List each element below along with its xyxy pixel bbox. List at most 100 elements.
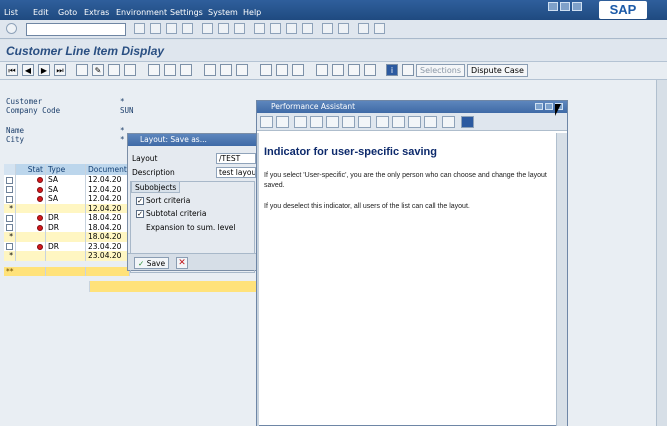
next-page-icon[interactable] xyxy=(286,23,297,34)
sort-criteria-checkbox[interactable]: ✓ Sort criteria xyxy=(136,196,190,205)
find-next-icon[interactable] xyxy=(234,23,245,34)
layout-field[interactable]: /TEST xyxy=(216,153,256,164)
display-icon[interactable] xyxy=(76,64,88,76)
info-icon[interactable] xyxy=(392,116,405,128)
print-icon[interactable] xyxy=(202,23,213,34)
total-icon[interactable] xyxy=(220,64,232,76)
command-field[interactable] xyxy=(26,23,126,36)
menu-goto[interactable]: Goto xyxy=(58,8,77,17)
back-icon[interactable] xyxy=(150,23,161,34)
vertical-scrollbar[interactable] xyxy=(656,80,667,426)
choose-layout-icon[interactable] xyxy=(276,64,288,76)
customize-layout-icon[interactable] xyxy=(374,23,385,34)
row-selector[interactable] xyxy=(4,222,16,232)
status-cell xyxy=(15,184,46,194)
technical-info-icon[interactable] xyxy=(310,116,323,128)
information-icon[interactable] xyxy=(364,64,376,76)
maximize-icon[interactable] xyxy=(545,103,553,110)
select-all-icon[interactable] xyxy=(108,64,120,76)
layout-icon[interactable] xyxy=(260,64,272,76)
help-icon[interactable] xyxy=(358,23,369,34)
minimize-icon[interactable] xyxy=(535,103,543,110)
subtotal-criteria-checkbox[interactable]: ✓ Subtotal criteria xyxy=(136,209,206,218)
table-row[interactable]: SA 12.04.20 xyxy=(4,175,130,185)
table-row[interactable]: SA 12.04.20 xyxy=(4,194,130,204)
cancel-button[interactable]: ✕ xyxy=(176,257,188,269)
find-icon[interactable] xyxy=(218,23,229,34)
table-row[interactable]: DR 18.04.20 xyxy=(4,222,130,232)
next-item-icon[interactable]: ▶ xyxy=(38,64,50,76)
shortcut-icon[interactable] xyxy=(338,23,349,34)
edit-icon[interactable] xyxy=(326,116,339,128)
subtotal-row[interactable]: * 12.04.20 xyxy=(4,203,130,213)
change-icon[interactable]: ✎ xyxy=(92,64,104,76)
dispute-case-button[interactable]: Dispute Case xyxy=(467,64,528,77)
row-selector[interactable] xyxy=(4,184,16,194)
abc-analysis-icon[interactable] xyxy=(348,64,360,76)
previous-item-icon[interactable]: ◀ xyxy=(22,64,34,76)
back-arrow-icon[interactable] xyxy=(260,116,273,128)
save-button[interactable]: ✓ Save xyxy=(134,257,170,269)
menu-edit[interactable]: Edit xyxy=(33,8,49,17)
first-page-icon[interactable] xyxy=(254,23,265,34)
info-icon[interactable]: i xyxy=(386,64,398,76)
find-in-list-icon[interactable] xyxy=(180,64,192,76)
menu-settings[interactable]: Settings xyxy=(170,8,203,17)
close-window-icon[interactable] xyxy=(572,2,582,11)
table-row[interactable]: DR 18.04.20 xyxy=(4,213,130,223)
print-preview-icon[interactable] xyxy=(442,116,455,128)
total-row[interactable]: ** xyxy=(4,266,130,276)
first-item-icon[interactable]: ⏮ xyxy=(6,64,18,76)
column-header-status[interactable]: Stat xyxy=(15,164,46,175)
last-item-icon[interactable]: ⏭ xyxy=(54,64,66,76)
page-icon[interactable] xyxy=(408,116,421,128)
glossary-icon[interactable] xyxy=(294,116,307,128)
maximize-window-icon[interactable] xyxy=(560,2,570,11)
settings-icon[interactable] xyxy=(342,116,355,128)
save-layout-icon[interactable] xyxy=(292,64,304,76)
last-page-icon[interactable] xyxy=(302,23,313,34)
print-icon[interactable] xyxy=(424,116,437,128)
cancel-icon[interactable] xyxy=(182,23,193,34)
row-selector[interactable] xyxy=(4,175,16,185)
row-selector[interactable] xyxy=(4,241,16,251)
deselect-all-icon[interactable] xyxy=(124,64,136,76)
sort-ascending-icon[interactable] xyxy=(148,64,160,76)
subtotal-icon[interactable] xyxy=(236,64,248,76)
row-selector[interactable] xyxy=(4,213,16,223)
attachment-icon[interactable] xyxy=(402,64,414,76)
menu-environment[interactable]: Environment xyxy=(116,8,167,17)
forward-arrow-icon[interactable] xyxy=(276,116,289,128)
extended-help-icon[interactable] xyxy=(358,116,371,128)
selections-button[interactable]: Selections xyxy=(416,64,466,77)
column-header-document[interactable]: Document xyxy=(85,164,130,175)
company-code-label: Company Code xyxy=(6,106,61,115)
menu-extras[interactable]: Extras xyxy=(84,8,109,17)
menu-list[interactable]: List xyxy=(4,8,18,17)
table-row[interactable]: DR 23.04.20 xyxy=(4,241,130,251)
menu-help[interactable]: Help xyxy=(243,8,261,17)
column-header-type[interactable]: Type xyxy=(45,164,86,175)
save-icon[interactable] xyxy=(134,23,145,34)
exit-icon[interactable] xyxy=(166,23,177,34)
description-field[interactable]: test layout xyxy=(216,167,256,178)
new-session-icon[interactable] xyxy=(322,23,333,34)
graphic-icon[interactable] xyxy=(332,64,344,76)
close-help-icon[interactable] xyxy=(461,116,474,128)
filter-icon[interactable] xyxy=(204,64,216,76)
menu-system[interactable]: System xyxy=(208,8,238,17)
assistant-scrollbar[interactable] xyxy=(556,133,567,426)
subtotal-row[interactable]: * 18.04.20 xyxy=(4,232,130,242)
select-all-column[interactable] xyxy=(4,164,16,175)
application-help-icon[interactable] xyxy=(376,116,389,128)
previous-page-icon[interactable] xyxy=(270,23,281,34)
minimize-window-icon[interactable] xyxy=(548,2,558,11)
subtotal-row[interactable]: * 23.04.20 xyxy=(4,251,130,261)
enter-icon[interactable] xyxy=(6,23,17,34)
row-selector[interactable] xyxy=(4,194,16,204)
sort-descending-icon[interactable] xyxy=(164,64,176,76)
subobjects-tab[interactable]: Subobjects xyxy=(131,181,181,193)
table-row[interactable]: SA 12.04.20 xyxy=(4,184,130,194)
subtotal-marker: * xyxy=(4,251,16,261)
export-icon[interactable] xyxy=(316,64,328,76)
